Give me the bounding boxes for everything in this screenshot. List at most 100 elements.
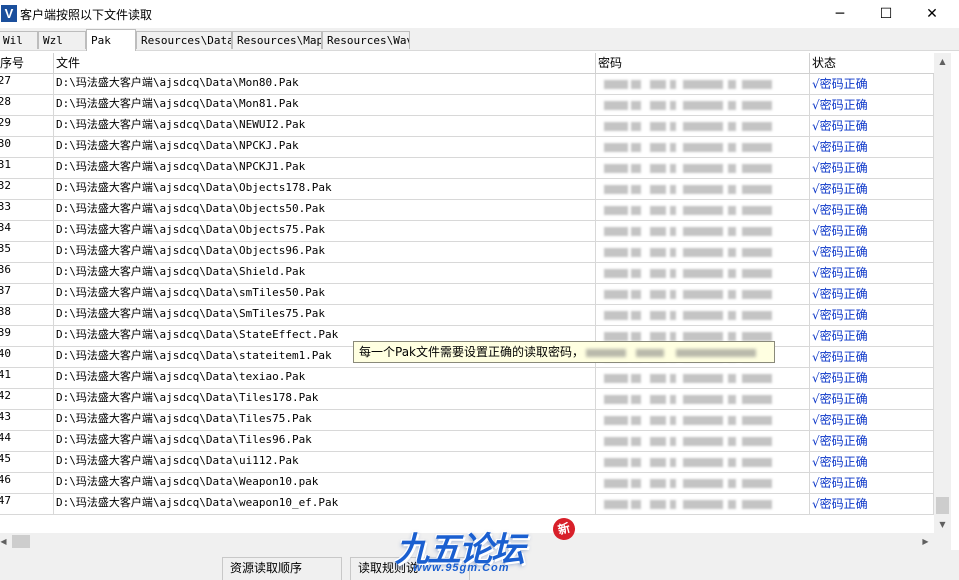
row-password-redacted[interactable] [596, 200, 810, 221]
table-row[interactable]: 47D:\玛法盛大客户端\ajsdcq\Data\weapon10_ef.Pak… [0, 494, 934, 515]
scroll-up-icon[interactable]: ▲ [934, 53, 951, 70]
scroll-down-icon[interactable]: ▼ [934, 516, 951, 533]
row-password-redacted[interactable] [596, 263, 810, 284]
row-file-path[interactable]: D:\玛法盛大客户端\ajsdcq\Data\Tiles96.Pak [54, 431, 596, 452]
tab-wzl[interactable]: Wzl [38, 31, 86, 49]
row-password-redacted[interactable] [596, 389, 810, 410]
scroll-left-icon[interactable]: ◀ [0, 533, 12, 550]
row-status: √密码正确 [810, 410, 934, 431]
table-row[interactable]: 38D:\玛法盛大客户端\ajsdcq\Data\SmTiles75.Pak √密… [0, 305, 934, 326]
vertical-scrollbar[interactable]: ▲ ▼ [934, 53, 951, 533]
tab-resources-map[interactable]: Resources\Map [232, 31, 322, 49]
row-password-redacted[interactable] [596, 410, 810, 431]
table-row[interactable]: 43D:\玛法盛大客户端\ajsdcq\Data\Tiles75.Pak √密码正… [0, 410, 934, 431]
table-row[interactable]: 34D:\玛法盛大客户端\ajsdcq\Data\Objects75.Pak √密… [0, 221, 934, 242]
table-row[interactable]: 30D:\玛法盛大客户端\ajsdcq\Data\NPCKJ.Pak √密码正确 [0, 137, 934, 158]
header-password[interactable]: 密码 [596, 53, 810, 74]
tab-resources-wav[interactable]: Resources\Wav [322, 31, 410, 49]
close-button[interactable]: ✕ [909, 0, 955, 28]
table-row[interactable]: 32D:\玛法盛大客户端\ajsdcq\Data\Objects178.Pak √… [0, 179, 934, 200]
table-row[interactable]: 27D:\玛法盛大客户端\ajsdcq\Data\Mon80.Pak √密码正确 [0, 74, 934, 95]
tab-wil[interactable]: Wil [0, 31, 38, 49]
row-file-path[interactable]: D:\玛法盛大客户端\ajsdcq\Data\smTiles50.Pak [54, 284, 596, 305]
row-password-redacted[interactable] [596, 305, 810, 326]
row-file-path[interactable]: D:\玛法盛大客户端\ajsdcq\Data\texiao.Pak [54, 368, 596, 389]
table-row[interactable]: 28D:\玛法盛大客户端\ajsdcq\Data\Mon81.Pak √密码正确 [0, 95, 934, 116]
table-row[interactable]: 42D:\玛法盛大客户端\ajsdcq\Data\Tiles178.Pak √密码… [0, 389, 934, 410]
row-password-redacted[interactable] [596, 116, 810, 137]
row-password-redacted[interactable] [596, 284, 810, 305]
redaction-block [683, 395, 723, 404]
row-file-path[interactable]: D:\玛法盛大客户端\ajsdcq\Data\weapon10_ef.Pak [54, 494, 596, 515]
maximize-button[interactable]: ☐ [863, 0, 909, 28]
table-row[interactable]: 37D:\玛法盛大客户端\ajsdcq\Data\smTiles50.Pak √密… [0, 284, 934, 305]
redaction-block [728, 248, 736, 257]
table-row[interactable]: 35D:\玛法盛大客户端\ajsdcq\Data\Objects96.Pak √密… [0, 242, 934, 263]
redaction-block [670, 311, 676, 320]
horizontal-scroll-thumb[interactable] [12, 535, 30, 548]
row-file-path[interactable]: D:\玛法盛大客户端\ajsdcq\Data\Objects50.Pak [54, 200, 596, 221]
redaction-block [742, 164, 772, 173]
table-row[interactable]: 41D:\玛法盛大客户端\ajsdcq\Data\texiao.Pak √密码正确 [0, 368, 934, 389]
redaction-block [683, 374, 723, 383]
table-row[interactable]: 44D:\玛法盛大客户端\ajsdcq\Data\Tiles96.Pak √密码正… [0, 431, 934, 452]
row-password-redacted[interactable] [596, 158, 810, 179]
table-row[interactable]: 33D:\玛法盛大客户端\ajsdcq\Data\Objects50.Pak √密… [0, 200, 934, 221]
redaction-block [631, 290, 641, 299]
row-password-redacted[interactable] [596, 74, 810, 95]
header-status[interactable]: 状态 [810, 53, 934, 74]
redaction-block [683, 458, 723, 467]
redaction-block [670, 500, 676, 509]
row-file-path[interactable]: D:\玛法盛大客户端\ajsdcq\Data\Objects178.Pak [54, 179, 596, 200]
row-password-redacted[interactable] [596, 179, 810, 200]
redaction-block [742, 500, 772, 509]
row-password-redacted[interactable] [596, 221, 810, 242]
redaction-block [670, 269, 676, 278]
row-status: √密码正确 [810, 368, 934, 389]
row-password-redacted[interactable] [596, 494, 810, 515]
vertical-scroll-thumb[interactable] [936, 497, 949, 514]
redaction-block [604, 332, 628, 341]
row-password-redacted[interactable] [596, 452, 810, 473]
row-file-path[interactable]: D:\玛法盛大客户端\ajsdcq\Data\Objects75.Pak [54, 221, 596, 242]
row-file-path[interactable]: D:\玛法盛大客户端\ajsdcq\Data\Tiles75.Pak [54, 410, 596, 431]
row-file-path[interactable]: D:\玛法盛大客户端\ajsdcq\Data\Shield.Pak [54, 263, 596, 284]
redaction-block [604, 164, 628, 173]
redaction-block [650, 500, 666, 509]
table-row[interactable]: 36D:\玛法盛大客户端\ajsdcq\Data\Shield.Pak √密码正确 [0, 263, 934, 284]
minimize-button[interactable]: ─ [817, 0, 863, 28]
redaction-block [631, 437, 641, 446]
row-password-redacted[interactable] [596, 137, 810, 158]
row-file-path[interactable]: D:\玛法盛大客户端\ajsdcq\Data\Mon81.Pak [54, 95, 596, 116]
redaction-block [742, 227, 772, 236]
row-file-path[interactable]: D:\玛法盛大客户端\ajsdcq\Data\Mon80.Pak [54, 74, 596, 95]
header-num[interactable]: 序号 [0, 53, 54, 74]
redaction-block [631, 122, 641, 131]
redaction-block [670, 185, 676, 194]
file-grid[interactable]: 序号 文件 密码 状态 27D:\玛法盛大客户端\ajsdcq\Data\Mon… [0, 53, 934, 533]
row-file-path[interactable]: D:\玛法盛大客户端\ajsdcq\Data\Objects96.Pak [54, 242, 596, 263]
row-file-path[interactable]: D:\玛法盛大客户端\ajsdcq\Data\SmTiles75.Pak [54, 305, 596, 326]
app-icon: V [1, 5, 17, 22]
header-file[interactable]: 文件 [54, 53, 596, 74]
table-row[interactable]: 29D:\玛法盛大客户端\ajsdcq\Data\NEWUI2.Pak √密码正确 [0, 116, 934, 137]
row-password-redacted[interactable] [596, 473, 810, 494]
tab-resources-data[interactable]: Resources\Data [136, 31, 232, 49]
row-file-path[interactable]: D:\玛法盛大客户端\ajsdcq\Data\Weapon10.pak [54, 473, 596, 494]
row-file-path[interactable]: D:\玛法盛大客户端\ajsdcq\Data\Tiles178.Pak [54, 389, 596, 410]
resource-order-tab[interactable]: 资源读取顺序 [222, 557, 342, 580]
row-password-redacted[interactable] [596, 431, 810, 452]
row-password-redacted[interactable] [596, 95, 810, 116]
tab-pak[interactable]: Pak [86, 29, 136, 51]
row-file-path[interactable]: D:\玛法盛大客户端\ajsdcq\Data\NPCKJ.Pak [54, 137, 596, 158]
row-file-path[interactable]: D:\玛法盛大客户端\ajsdcq\Data\ui112.Pak [54, 452, 596, 473]
scroll-right-icon[interactable]: ▶ [917, 533, 934, 550]
table-row[interactable]: 46D:\玛法盛大客户端\ajsdcq\Data\Weapon10.pak √密码… [0, 473, 934, 494]
row-password-redacted[interactable] [596, 368, 810, 389]
table-row[interactable]: 31D:\玛法盛大客户端\ajsdcq\Data\NPCKJ1.Pak √密码正确 [0, 158, 934, 179]
redaction-block [631, 164, 641, 173]
row-file-path[interactable]: D:\玛法盛大客户端\ajsdcq\Data\NEWUI2.Pak [54, 116, 596, 137]
row-password-redacted[interactable] [596, 242, 810, 263]
table-row[interactable]: 45D:\玛法盛大客户端\ajsdcq\Data\ui112.Pak √密码正确 [0, 452, 934, 473]
row-file-path[interactable]: D:\玛法盛大客户端\ajsdcq\Data\NPCKJ1.Pak [54, 158, 596, 179]
